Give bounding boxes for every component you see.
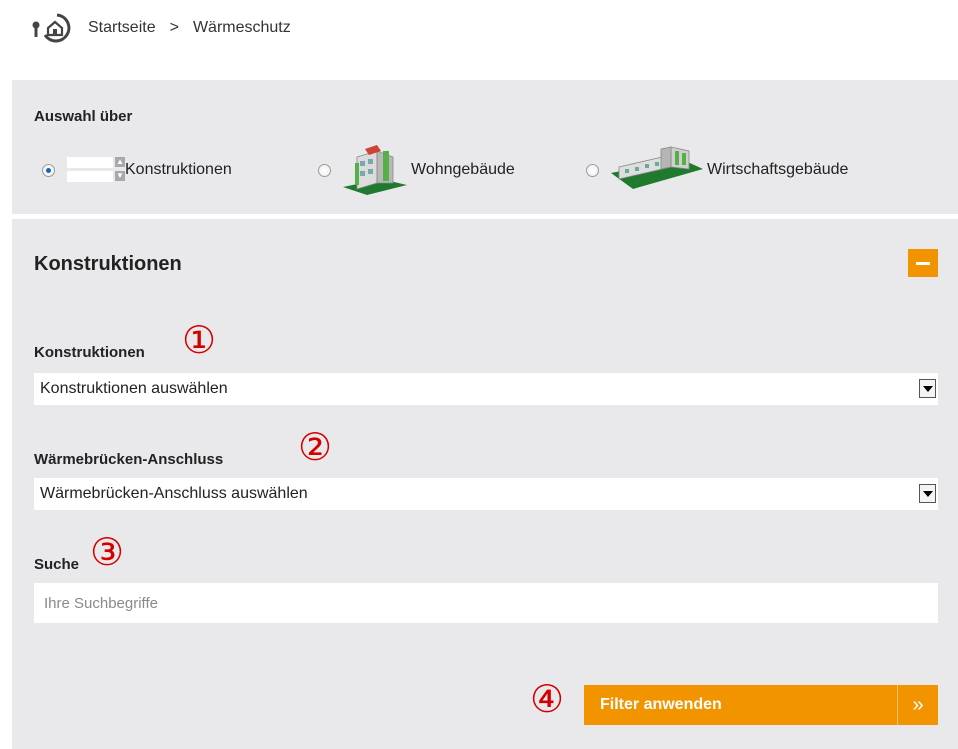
search-label: Suche [34,556,80,573]
breadcrumb-separator: > [169,19,179,36]
chevron-down-icon: ▼ [115,171,125,181]
apply-filter-label: Filter anwenden [600,696,722,713]
residential-building-icon [343,145,407,195]
marker-1: ① [181,318,217,362]
radio-konstruktionen[interactable] [42,163,55,177]
dropdown-arrow-icon[interactable] [919,379,936,398]
konstruktionen-select[interactable]: Konstruktionen auswählen [34,373,938,405]
waermebruecken-select[interactable]: Wärmebrücken-Anschluss auswählen [34,478,938,510]
apply-filter-button[interactable]: Filter anwenden » [584,685,938,725]
radio-wirtschaftsgebaeude[interactable] [586,163,599,177]
waermebruecken-select-value: Wärmebrücken-Anschluss auswählen [40,485,308,502]
double-chevron-right-icon: » [897,685,938,725]
option-label-konstruktionen: Konstruktionen [125,161,232,178]
home-icon[interactable] [30,13,74,43]
option-label-wirtschaftsgebaeude: Wirtschaftsgebäude [707,161,849,178]
dropdown-arrow-icon[interactable] [919,484,936,503]
breadcrumb: Startseite > Wärmeschutz [30,10,291,46]
waermebruecken-label: Wärmebrücken-Anschluss [34,451,224,468]
konstruktionen-label: Konstruktionen [34,344,145,361]
chevron-up-icon: ▲ [115,157,125,167]
breadcrumb-item-waermeschutz: Wärmeschutz [192,19,291,36]
marker-2: ② [297,425,333,469]
collapse-button[interactable] [908,249,938,277]
breadcrumb-item-startseite[interactable]: Startseite [88,19,156,37]
commercial-building-icon [611,146,703,189]
option-konstruktionen[interactable]: ▲ ▼ Konstruktionen [42,140,232,200]
filter-panel: Konstruktionen Konstruktionen ① Konstruk… [12,219,958,749]
konstruktionen-graphic: ▲ ▼ [67,155,125,185]
search-input[interactable] [34,583,938,623]
radio-wohngebaeude[interactable] [318,163,331,177]
marker-3: ③ [89,530,125,574]
selection-panel: Auswahl über ▲ ▼ Konstruktionen Wohngebä… [12,80,958,214]
konstruktionen-select-value: Konstruktionen auswählen [40,380,228,397]
filter-title: Konstruktionen [34,253,182,275]
option-label-wohngebaeude: Wohngebäude [411,161,515,178]
option-wohngebaeude[interactable]: Wohngebäude [318,140,515,200]
marker-4: ④ [529,677,565,721]
selection-title: Auswahl über [34,108,133,125]
option-wirtschaftsgebaeude[interactable]: Wirtschaftsgebäude [586,140,848,200]
